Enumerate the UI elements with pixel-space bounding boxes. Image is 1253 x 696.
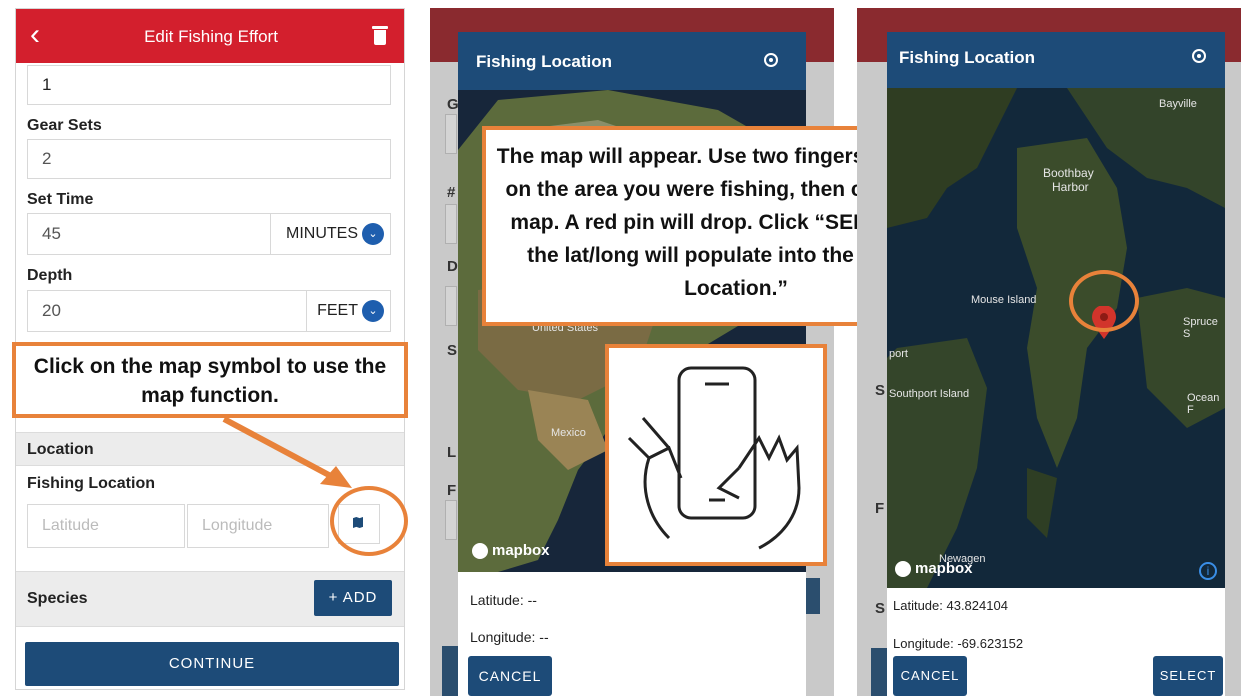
arrow-to-map-button	[222, 416, 344, 485]
background-label: F	[875, 500, 885, 517]
map-label: Harbor	[1052, 180, 1089, 194]
satellite-map-boothbay	[887, 88, 1225, 588]
select-button[interactable]: SELECT	[1153, 656, 1223, 696]
two-finger-gesture-illustration	[605, 344, 827, 566]
modal-header: Fishing Location	[887, 32, 1225, 88]
background-label: L	[447, 444, 457, 461]
map-view[interactable]: Bayville Boothbay Harbor Mouse Island Sp…	[887, 88, 1225, 588]
map-label: Spruce S	[1183, 316, 1218, 340]
fishing-location-modal: Fishing Location Bayville Boothbay Harbo…	[887, 32, 1225, 696]
modal-title: Fishing Location	[899, 48, 1035, 67]
modal-title: Fishing Location	[476, 52, 612, 71]
map-label: Ocean F	[1187, 392, 1220, 416]
map-label: port	[889, 348, 908, 360]
mapbox-logo: mapbox	[895, 560, 973, 577]
mapbox-icon	[895, 560, 911, 577]
map-button-highlight-ring	[330, 486, 408, 556]
mapbox-text: mapbox	[492, 542, 550, 559]
background-label: F	[447, 482, 457, 499]
locate-me-icon[interactable]	[1192, 49, 1206, 63]
map-label: Bayville	[1159, 98, 1197, 110]
map-label: Mouse Island	[971, 294, 1037, 306]
map-label: Mexico	[551, 427, 586, 439]
background-label: #	[447, 184, 456, 201]
fishing-location-screen-selected: S F S Fishing Location Bayville Boothbay…	[857, 8, 1241, 696]
mapbox-icon	[472, 542, 488, 559]
arrow-head	[320, 466, 352, 488]
map-label: Southport Island	[889, 388, 970, 400]
cancel-button[interactable]: CANCEL	[468, 656, 552, 696]
background-label: S	[447, 342, 458, 359]
pin-highlight-ring	[1069, 270, 1139, 332]
info-icon[interactable]: i	[1199, 562, 1217, 580]
latitude-readout: Latitude: 43.824104	[893, 598, 1008, 613]
background-label: S	[875, 382, 886, 399]
background-label: G	[447, 96, 459, 113]
latitude-readout: Latitude: --	[470, 592, 537, 608]
background-label: S	[875, 600, 886, 617]
map-label: Boothbay	[1043, 166, 1094, 180]
longitude-readout: Longitude: --	[470, 629, 549, 645]
phone-hand-icon	[627, 366, 801, 550]
mapbox-logo: mapbox	[472, 542, 550, 559]
locate-me-icon[interactable]	[764, 53, 778, 67]
background-label: D	[447, 258, 458, 275]
modal-header: Fishing Location	[458, 32, 806, 90]
cancel-button[interactable]: CANCEL	[893, 656, 967, 696]
mapbox-text: mapbox	[915, 560, 973, 577]
longitude-readout: Longitude: -69.623152	[893, 636, 1024, 651]
